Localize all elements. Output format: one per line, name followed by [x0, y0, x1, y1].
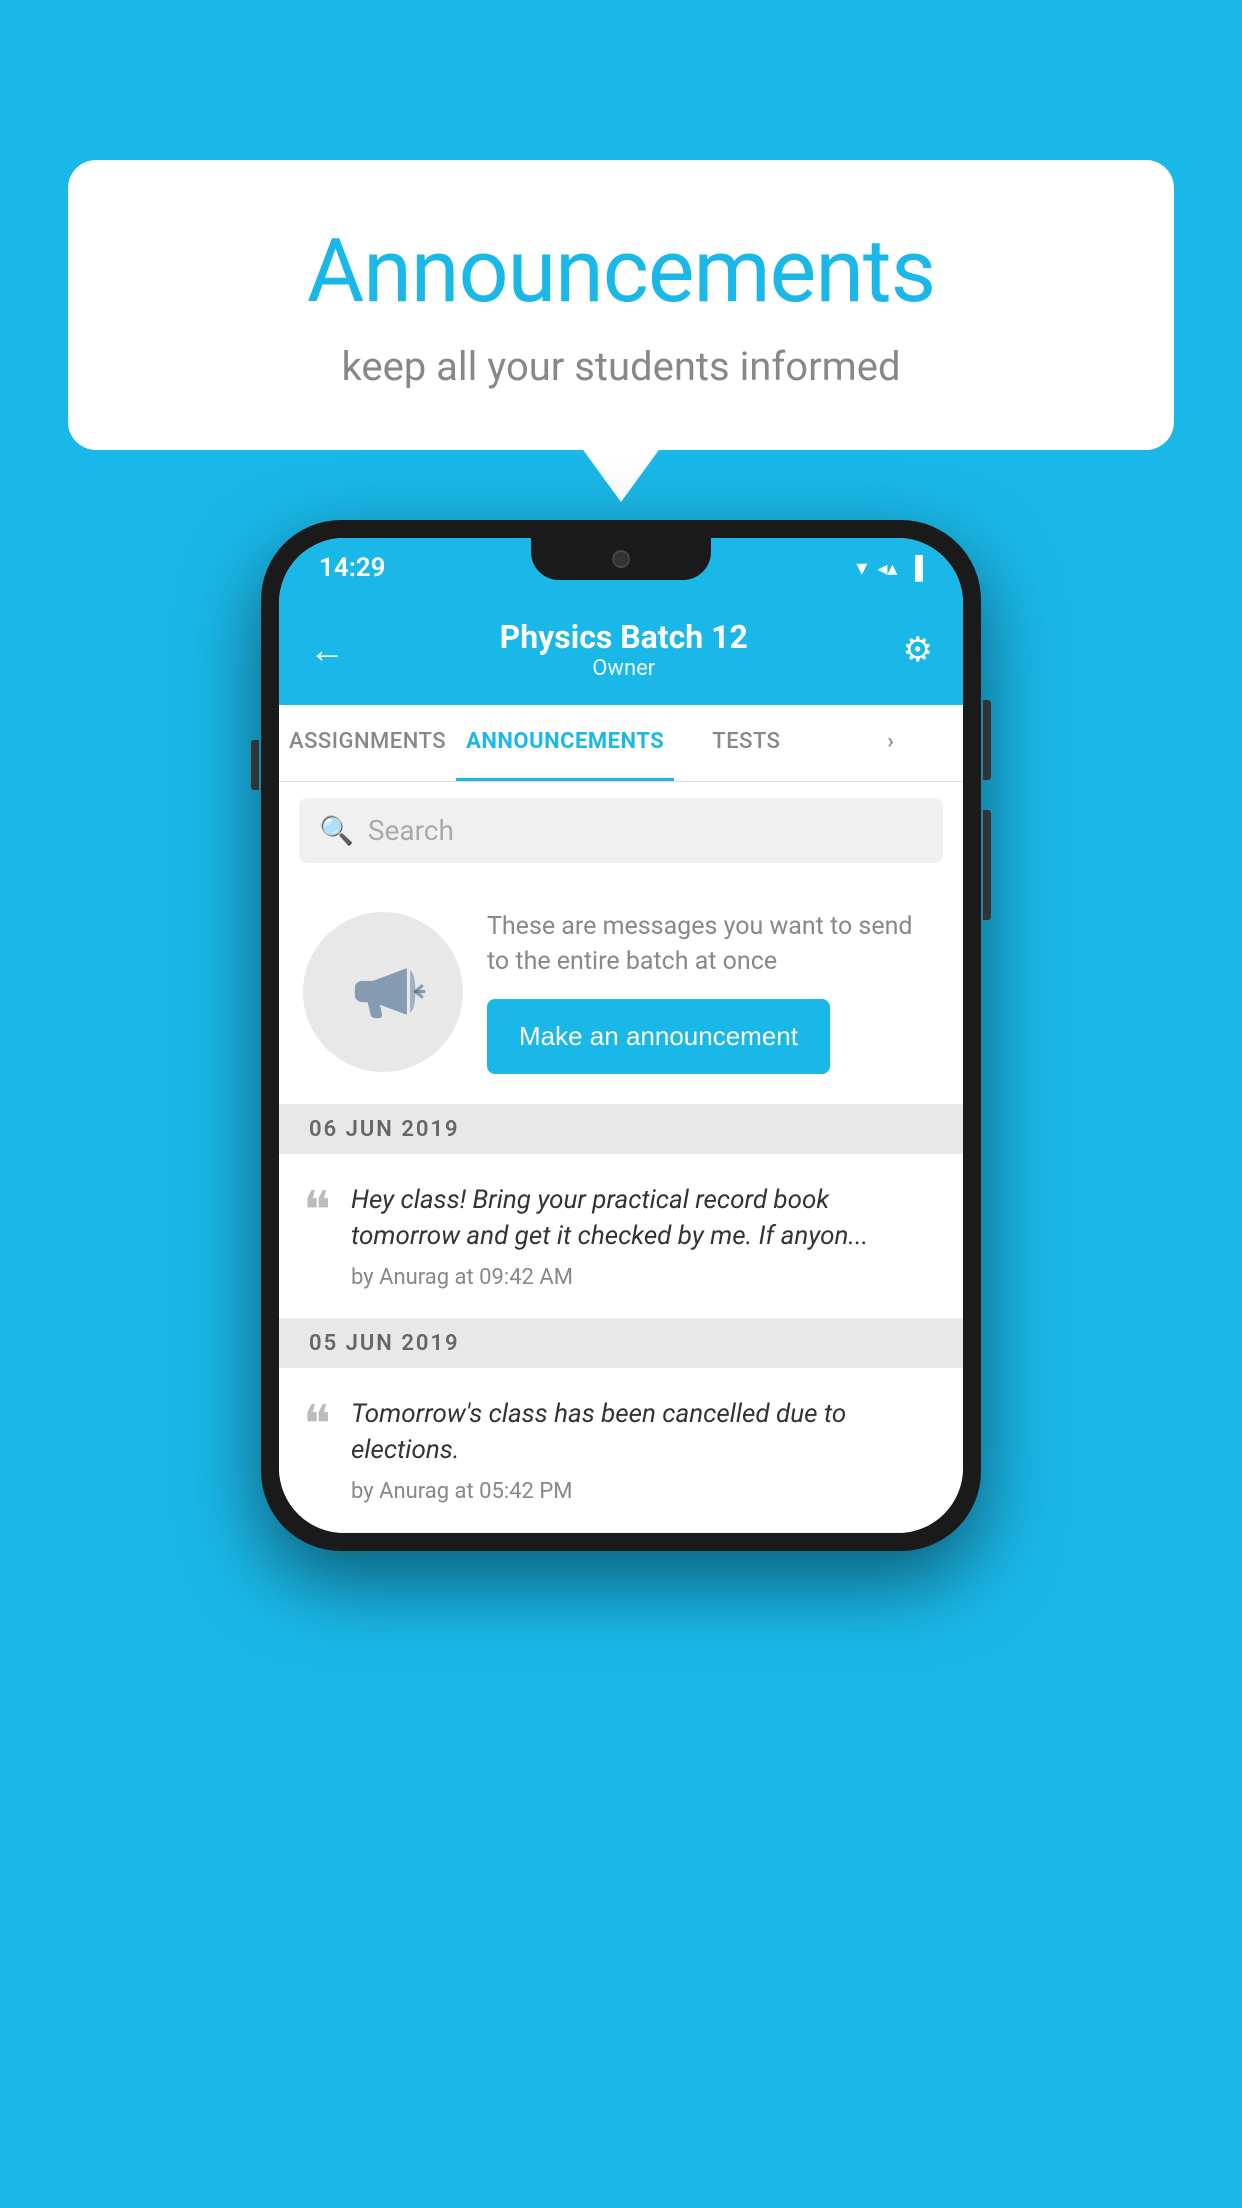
app-header: ← Physics Batch 12 Owner ⚙	[279, 598, 963, 705]
bubble-title: Announcements	[148, 220, 1094, 323]
speech-bubble-section: Announcements keep all your students inf…	[68, 160, 1174, 450]
speech-bubble: Announcements keep all your students inf…	[68, 160, 1174, 450]
wifi-icon: ▾	[856, 556, 867, 581]
search-bar[interactable]: 🔍 Search	[299, 798, 943, 863]
header-title: Physics Batch 12	[500, 618, 748, 656]
announcement-meta-1: by Anurag at 09:42 AM	[351, 1265, 939, 1290]
promo-content: These are messages you want to send to t…	[487, 909, 939, 1074]
quote-icon-1: ❝	[303, 1186, 331, 1238]
front-camera	[612, 550, 630, 568]
volume-button	[251, 740, 259, 790]
status-time: 14:29	[319, 553, 386, 583]
search-icon: 🔍	[319, 814, 354, 847]
phone-mockup: 14:29 ▾ ◂▴ ▐ ← Physics Batch 12 Owner ⚙	[261, 520, 981, 1551]
volume-down-button	[983, 810, 991, 920]
megaphone-circle	[303, 912, 463, 1072]
date-separator-1: 06 JUN 2019	[279, 1105, 963, 1154]
promo-text: These are messages you want to send to t…	[487, 909, 939, 979]
announcement-meta-2: by Anurag at 05:42 PM	[351, 1479, 939, 1504]
tab-tests[interactable]: TESTS	[674, 705, 818, 781]
date-separator-2: 05 JUN 2019	[279, 1319, 963, 1368]
header-subtitle: Owner	[500, 656, 748, 681]
announcement-item-1[interactable]: ❝ Hey class! Bring your practical record…	[279, 1154, 963, 1319]
tab-assignments[interactable]: ASSIGNMENTS	[279, 705, 456, 781]
search-placeholder: Search	[368, 814, 454, 847]
bubble-subtitle: keep all your students informed	[148, 343, 1094, 390]
announcement-item-2[interactable]: ❝ Tomorrow's class has been cancelled du…	[279, 1368, 963, 1533]
promo-section: These are messages you want to send to t…	[279, 879, 963, 1105]
back-button[interactable]: ←	[309, 629, 345, 671]
power-button	[983, 700, 991, 780]
make-announcement-button[interactable]: Make an announcement	[487, 999, 830, 1074]
tab-announcements[interactable]: ANNOUNCEMENTS	[456, 705, 674, 781]
announcement-text-2: Tomorrow's class has been cancelled due …	[351, 1396, 939, 1469]
phone-screen: 14:29 ▾ ◂▴ ▐ ← Physics Batch 12 Owner ⚙	[279, 538, 963, 1533]
status-icons: ▾ ◂▴ ▐	[856, 555, 923, 581]
megaphone-icon	[341, 949, 426, 1034]
settings-icon[interactable]: ⚙	[903, 630, 933, 670]
battery-icon: ▐	[907, 555, 923, 581]
search-container: 🔍 Search	[279, 782, 963, 879]
signal-icon: ◂▴	[877, 556, 897, 580]
header-center: Physics Batch 12 Owner	[500, 618, 748, 681]
announcement-content-2: Tomorrow's class has been cancelled due …	[351, 1396, 939, 1504]
announcement-text-1: Hey class! Bring your practical record b…	[351, 1182, 939, 1255]
tabs-container: ASSIGNMENTS ANNOUNCEMENTS TESTS ›	[279, 705, 963, 782]
phone-notch	[531, 538, 711, 580]
quote-icon-2: ❝	[303, 1400, 331, 1452]
tab-more[interactable]: ›	[819, 705, 963, 781]
phone-frame: 14:29 ▾ ◂▴ ▐ ← Physics Batch 12 Owner ⚙	[261, 520, 981, 1551]
announcement-content-1: Hey class! Bring your practical record b…	[351, 1182, 939, 1290]
